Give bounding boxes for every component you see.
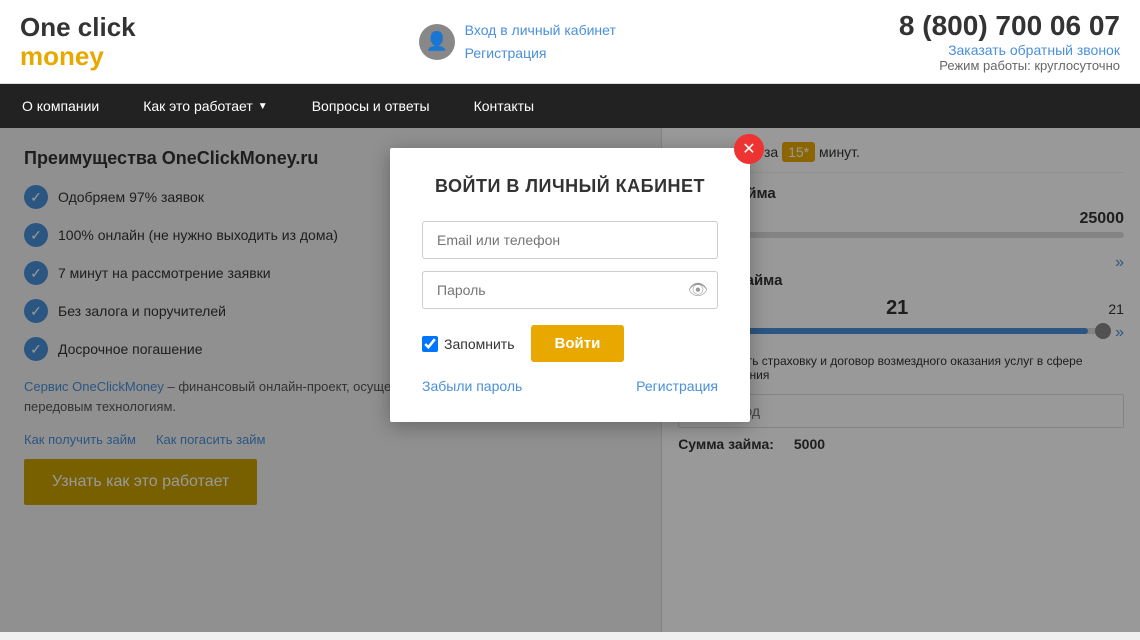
nav-about[interactable]: О компании: [0, 84, 121, 128]
modal-actions: Запомнить Войти: [422, 325, 718, 362]
modal-links: Забыли пароль Регистрация: [422, 378, 718, 394]
modal-title: ВОЙТИ В ЛИЧНЫЙ КАБИНЕТ: [422, 176, 718, 197]
person-icon: 👤: [419, 24, 455, 60]
email-input[interactable]: [422, 221, 718, 259]
nav-how[interactable]: Как это работает ▼: [121, 84, 289, 128]
main-nav: О компании Как это работает ▼ Вопросы и …: [0, 84, 1140, 128]
password-wrapper: 👁: [422, 271, 718, 309]
login-button[interactable]: Войти: [531, 325, 625, 362]
login-link[interactable]: Вход в личный кабинет: [465, 19, 616, 41]
forgot-password-link[interactable]: Забыли пароль: [422, 378, 522, 394]
header-login-area: 👤 Вход в личный кабинет Регистрация: [419, 19, 616, 64]
main-content: Преимущества OneClickMoney.ru ✓ Одобряем…: [0, 128, 1140, 632]
password-input[interactable]: [422, 271, 718, 309]
modal-overlay: ✕ ВОЙТИ В ЛИЧНЫЙ КАБИНЕТ 👁 Запомнить Вой…: [0, 128, 1140, 632]
header-contact: 8 (800) 700 06 07 Заказать обратный звон…: [899, 10, 1120, 73]
login-modal: ✕ ВОЙТИ В ЛИЧНЫЙ КАБИНЕТ 👁 Запомнить Вой…: [390, 148, 750, 422]
close-button[interactable]: ✕: [734, 134, 764, 164]
callback-link[interactable]: Заказать обратный звонок: [899, 42, 1120, 58]
remember-label[interactable]: Запомнить: [422, 336, 515, 352]
header: One click money 👤 Вход в личный кабинет …: [0, 0, 1140, 84]
nav-faq[interactable]: Вопросы и ответы: [290, 84, 452, 128]
register-link[interactable]: Регистрация: [465, 42, 616, 64]
chevron-down-icon: ▼: [258, 101, 268, 112]
register-modal-link[interactable]: Регистрация: [636, 378, 718, 394]
nav-contacts[interactable]: Контакты: [452, 84, 556, 128]
logo-one: One: [20, 12, 78, 42]
eye-icon[interactable]: 👁: [688, 280, 708, 300]
working-hours: Режим работы: круглосуточно: [899, 58, 1120, 73]
logo-money: money: [20, 41, 104, 71]
remember-checkbox[interactable]: [422, 336, 438, 352]
logo-click: click: [78, 12, 136, 42]
logo: One click money: [20, 13, 136, 70]
phone-number: 8 (800) 700 06 07: [899, 10, 1120, 42]
